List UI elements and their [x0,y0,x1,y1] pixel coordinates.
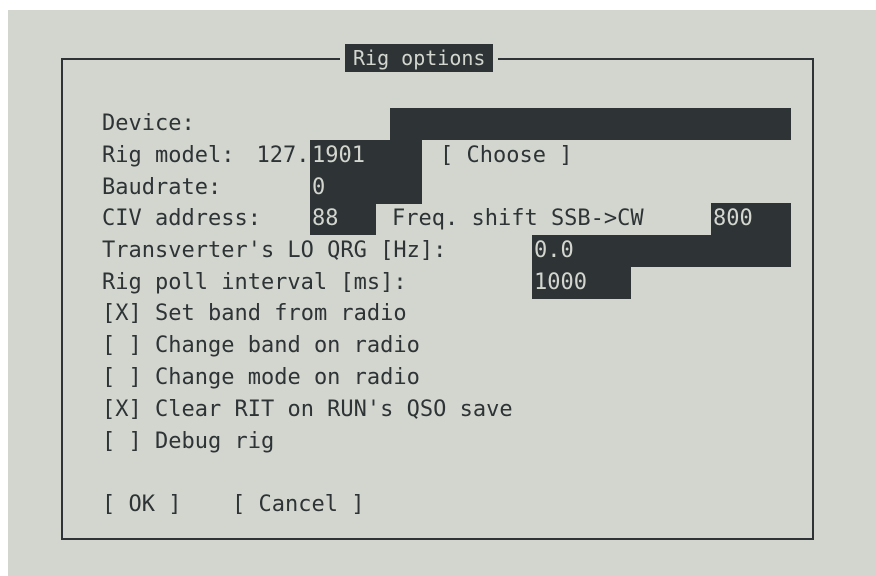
dialog-title: Rig options [340,42,499,74]
poll-interval-label: Rig poll interval [ms]: [102,270,407,295]
rig-model-label: Rig model: [102,143,235,168]
poll-interval-field[interactable]: 1000 [532,267,631,299]
baudrate-label: Baudrate: [102,175,222,200]
cancel-button[interactable]: [ Cancel ] [232,489,364,521]
checkbox-mark[interactable]: [ ] [102,333,142,358]
freq-shift-field[interactable]: 800 [711,203,791,235]
device-label: Device: [102,111,195,136]
ok-button[interactable]: [ OK ] [102,489,181,521]
checkbox-set-band-from-radio[interactable]: [X] Set band from radio [102,298,407,330]
checkbox-label: Debug rig [155,429,275,454]
checkbox-change-mode-on-radio[interactable]: [ ] Change mode on radio [102,362,420,394]
device-field-fill [390,108,791,140]
checkbox-label: Change band on radio [155,333,420,358]
checkbox-clear-rit[interactable]: [X] Clear RIT on RUN's QSO save [102,394,513,426]
rig-model-field[interactable]: 1901 [310,140,422,172]
civ-address-label: CIV address: [102,206,261,231]
checkbox-mark[interactable]: [X] [102,397,142,422]
transverter-lo-label: Transverter's LO QRG [Hz]: [102,238,447,263]
checkbox-mark[interactable]: [ ] [102,429,142,454]
freq-shift-label: Freq. shift SSB->CW [392,206,644,231]
transverter-lo-field[interactable]: 0.0 [532,235,791,267]
checkbox-label: Change mode on radio [155,365,420,390]
device-field[interactable]: 127.0.0.1 [228,108,791,168]
dialog-title-text: Rig options [345,44,494,72]
baudrate-field[interactable]: 0 [310,172,422,204]
checkbox-change-band-on-radio[interactable]: [ ] Change band on radio [102,330,420,362]
checkbox-debug-rig[interactable]: [ ] Debug rig [102,426,274,458]
civ-address-field[interactable]: 88 [310,203,376,235]
checkbox-mark[interactable]: [ ] [102,365,142,390]
choose-button[interactable]: [ Choose ] [440,140,572,172]
checkbox-label: Set band from radio [155,301,407,326]
checkbox-label: Clear RIT on RUN's QSO save [155,397,513,422]
checkbox-mark[interactable]: [X] [102,301,142,326]
